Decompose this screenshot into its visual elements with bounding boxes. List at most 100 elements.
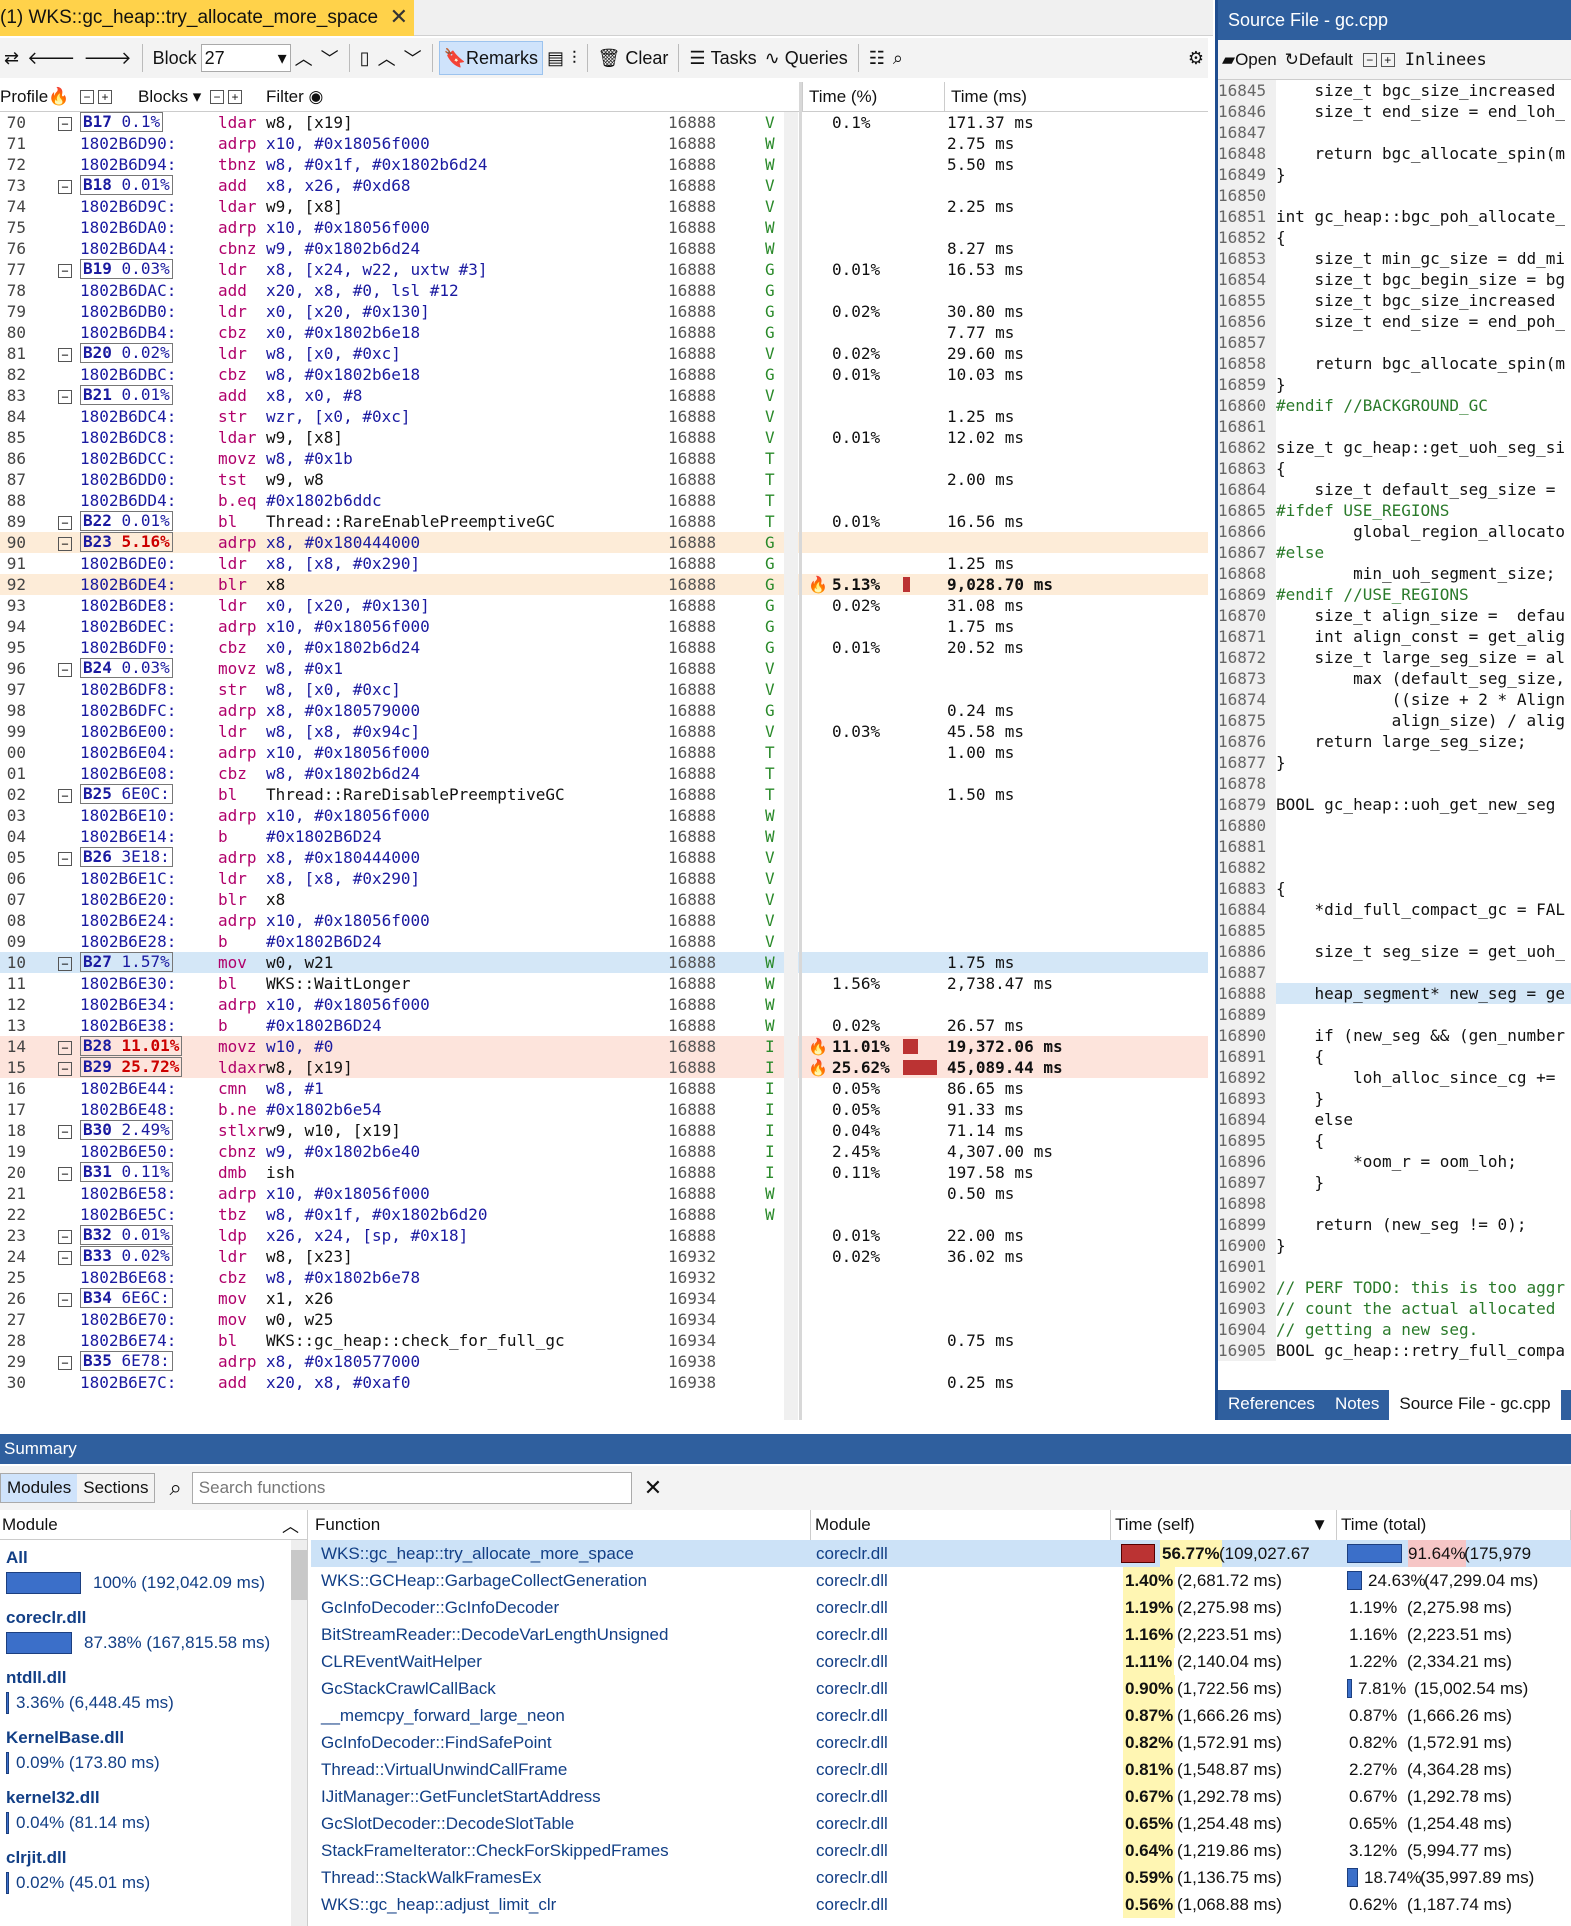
- source-line[interactable]: 16880: [1218, 815, 1571, 836]
- table-row[interactable]: 81 − B20 0.02% ldr w8, [x0, #0xc] 16888 V 0.02%…: [0, 343, 1208, 364]
- table-row[interactable]: 85 1802B6DC8: ldar w9, [x8] 16888 V 0.01% 12.02…: [0, 427, 1208, 448]
- function-row[interactable]: WKS::GCHeap::GarbageCollectGeneration cor…: [311, 1567, 1571, 1594]
- table-row[interactable]: 25 1802B6E68: cbz w8, #0x1802b6e78 16932: [0, 1267, 1208, 1288]
- book-icon[interactable]: ▯: [356, 41, 374, 75]
- table-row[interactable]: 73 − B18 0.01% add x8, x26, #0xd68 16888 V: [0, 175, 1208, 196]
- table-row[interactable]: 72 1802B6D94: tbnz w8, #0x1f, #0x1802b6d24 1…: [0, 154, 1208, 175]
- table-row[interactable]: 06 1802B6E1C: ldr x8, [x8, #0x290] 16888 V: [0, 868, 1208, 889]
- table-row[interactable]: 88 1802B6DD4: b.eq #0x1802b6ddc 16888 T: [0, 490, 1208, 511]
- forward-arrow-icon[interactable]: 🡒: [79, 41, 135, 75]
- table-row[interactable]: 08 1802B6E24: adrp x10, #0x18056f000 16888 V: [0, 910, 1208, 931]
- source-line[interactable]: 16887: [1218, 962, 1571, 983]
- queries-button[interactable]: ∿ Queries: [761, 41, 852, 75]
- table-row[interactable]: 78 1802B6DAC: add x20, x8, #0, lsl #12 16888…: [0, 280, 1208, 301]
- source-line[interactable]: 16876 return large_seg_size;: [1218, 731, 1571, 752]
- table-row[interactable]: 91 1802B6DE0: ldr x8, [x8, #0x290] 16888 G 1.2…: [0, 553, 1208, 574]
- table-row[interactable]: 83 − B21 0.01% add x8, x0, #8 16888 V: [0, 385, 1208, 406]
- function-list[interactable]: Function Module Time (self) ▼ Time (total…: [311, 1510, 1571, 1926]
- time-self-column-header[interactable]: Time (self) ▼: [1111, 1510, 1337, 1540]
- source-tab[interactable]: Notes: [1325, 1390, 1389, 1420]
- table-row[interactable]: 27 1802B6E70: mov w0, w25 16934: [0, 1309, 1208, 1330]
- table-row[interactable]: 05 − B26 3E18: adrp x8, #0x180444000 16888 V: [0, 847, 1208, 868]
- assembly-grid[interactable]: 70− B17 0.1% ldar w8, [x19] 16888 V 0.1% 171.37…: [0, 112, 1208, 1420]
- filter-button[interactable]: Filter ◉: [266, 82, 323, 112]
- table-row[interactable]: 04 1802B6E14: b #0x1802B6D24 16888 W: [0, 826, 1208, 847]
- source-line[interactable]: 16864 size_t default_seg_size =: [1218, 479, 1571, 500]
- source-line[interactable]: 16897 }: [1218, 1172, 1571, 1193]
- table-row[interactable]: 77 − B19 0.03% ldr x8, [x24, w22, uxtw #3] 16…: [0, 259, 1208, 280]
- module-name[interactable]: kernel32.dll: [6, 1788, 100, 1808]
- source-line[interactable]: 16893 }: [1218, 1088, 1571, 1109]
- search-functions-input[interactable]: Search functions: [191, 1472, 632, 1504]
- table-row[interactable]: 96 − B24 0.03% movz w8, #0x1 16888 V: [0, 658, 1208, 679]
- source-line[interactable]: 16857: [1218, 332, 1571, 353]
- chevron-up-icon[interactable]: ︿: [282, 1512, 299, 1537]
- gear-icon[interactable]: ⚙: [1184, 41, 1208, 75]
- source-tab[interactable]: Source File - gc.cpp: [1389, 1390, 1561, 1420]
- source-line[interactable]: 16851 int gc_heap::bgc_poh_allocate_: [1218, 206, 1571, 227]
- block-label[interactable]: B25 6E0C:: [80, 784, 173, 804]
- module-column-header-2[interactable]: Module: [811, 1510, 1111, 1540]
- table-row[interactable]: 23 − B32 0.01% ldp x26, x24, [sp, #0x18] 1688…: [0, 1225, 1208, 1246]
- table-row[interactable]: 15 − B29 25.72% ldaxr w8, [x19] 16888 I 25.62% 4…: [0, 1057, 1208, 1078]
- table-row[interactable]: 80 1802B6DB4: cbz x0, #0x1802b6e18 16888 G 7.7…: [0, 322, 1208, 343]
- time-pct-column-header[interactable]: Time (%): [802, 82, 944, 112]
- source-line[interactable]: 16863{: [1218, 458, 1571, 479]
- table-row[interactable]: 10 − B27 1.57% mov w0, w21 16888 W 1.75 ms: [0, 952, 1208, 973]
- module-list[interactable]: Module ︿ All 100% (192,042.09 ms) coreclr.d…: [0, 1510, 308, 1926]
- block-number-combobox[interactable]: 27 ▾: [200, 44, 291, 72]
- table-row[interactable]: 76 1802B6DA4: cbnz w9, #0x1802b6d24 16888 W 8.…: [0, 238, 1208, 259]
- table-row[interactable]: 30 1802B6E7C: add x20, x8, #0xaf0 16938 0.25 …: [0, 1372, 1208, 1393]
- source-line[interactable]: 16903// count the actual allocated: [1218, 1298, 1571, 1319]
- table-row[interactable]: 84 1802B6DC4: str wzr, [x0, #0xc] 16888 V 1.25…: [0, 406, 1208, 427]
- tab-sections[interactable]: Sections: [77, 1474, 154, 1502]
- sliders-icon[interactable]: ⫶: [568, 41, 581, 75]
- collapse-icon[interactable]: −: [58, 1057, 72, 1078]
- collapse-icon[interactable]: −: [58, 343, 72, 364]
- table-row[interactable]: 79 1802B6DB0: ldr x0, [x20, #0x130] 16888 G 0.…: [0, 301, 1208, 322]
- table-row[interactable]: 22 1802B6E5C: tbz w8, #0x1f, #0x1802b6d20 16…: [0, 1204, 1208, 1225]
- table-row[interactable]: 00 1802B6E04: adrp x10, #0x18056f000 16888 T 1…: [0, 742, 1208, 763]
- source-line[interactable]: 16846 size_t end_size = end_loh_: [1218, 101, 1571, 122]
- source-line[interactable]: 16884 *did_full_compact_gc = FAL: [1218, 899, 1571, 920]
- source-line[interactable]: 16892 loh_alloc_since_cg +=: [1218, 1067, 1571, 1088]
- function-row[interactable]: BitStreamReader::DecodeVarLengthUnsigned…: [311, 1621, 1571, 1648]
- collapse-icon[interactable]: −: [58, 952, 72, 973]
- collapse-icon[interactable]: −: [58, 784, 72, 805]
- table-row[interactable]: 07 1802B6E20: blr x8 16888 V: [0, 889, 1208, 910]
- table-row[interactable]: 02 − B25 6E0C: bl Thread::RareDisablePreempt…: [0, 784, 1208, 805]
- block-label[interactable]: B29 25.72%: [80, 1057, 183, 1077]
- function-row[interactable]: StackFrameIterator::CheckForSkippedFrame…: [311, 1837, 1571, 1864]
- table-row[interactable]: 94 1802B6DEC: adrp x10, #0x18056f000 16888 G 1…: [0, 616, 1208, 637]
- source-line[interactable]: 16904// getting a new seg.: [1218, 1319, 1571, 1340]
- module-name[interactable]: KernelBase.dll: [6, 1728, 124, 1748]
- chevron-up-icon[interactable]: ︿: [374, 41, 400, 75]
- collapse-all-icon[interactable]: − +: [78, 82, 114, 112]
- back-arrow-icon[interactable]: 🡐: [23, 41, 79, 75]
- source-line[interactable]: 16891 {: [1218, 1046, 1571, 1067]
- block-label[interactable]: B26 3E18:: [80, 847, 173, 867]
- collapse-icon[interactable]: −: [58, 1246, 72, 1267]
- table-row[interactable]: 93 1802B6DE8: ldr x0, [x20, #0x130] 16888 G 0.…: [0, 595, 1208, 616]
- remarks-settings-icon[interactable]: ▤: [543, 41, 568, 75]
- source-line[interactable]: 16861: [1218, 416, 1571, 437]
- block-label[interactable]: B19 0.03%: [80, 259, 173, 279]
- collapse-icon[interactable]: −: [58, 175, 72, 196]
- source-line[interactable]: 16854 size_t bgc_begin_size = bg: [1218, 269, 1571, 290]
- block-label[interactable]: B32 0.01%: [80, 1225, 173, 1245]
- source-line[interactable]: 16901: [1218, 1256, 1571, 1277]
- document-tab[interactable]: (1) WKS::gc_heap::try_allocate_more_spac…: [0, 0, 415, 36]
- table-row[interactable]: 19 1802B6E50: cbnz w9, #0x1802b6e40 16888 I 2.…: [0, 1141, 1208, 1162]
- table-row[interactable]: 99 1802B6E00: ldr w8, [x8, #0x94c] 16888 V 0.0…: [0, 721, 1208, 742]
- source-line[interactable]: 16872 size_t large_seg_size = al: [1218, 647, 1571, 668]
- source-line[interactable]: 16848 return bgc_allocate_spin(m: [1218, 143, 1571, 164]
- source-line[interactable]: 16849}: [1218, 164, 1571, 185]
- pane-divider[interactable]: [799, 82, 802, 1420]
- function-row[interactable]: Thread::VirtualUnwindCallFrame coreclr.dl…: [311, 1756, 1571, 1783]
- table-row[interactable]: 86 1802B6DCC: movz w8, #0x1b 16888 T: [0, 448, 1208, 469]
- table-row[interactable]: 75 1802B6DA0: adrp x10, #0x18056f000 16888 W: [0, 217, 1208, 238]
- table-row[interactable]: 16 1802B6E44: cmn w8, #1 16888 I 0.05% 86.65 ms: [0, 1078, 1208, 1099]
- source-line[interactable]: 16874 ((size + 2 * Align: [1218, 689, 1571, 710]
- remarks-button[interactable]: 🔖 Remarks: [438, 41, 544, 75]
- collapse-icon[interactable]: −: [58, 385, 72, 406]
